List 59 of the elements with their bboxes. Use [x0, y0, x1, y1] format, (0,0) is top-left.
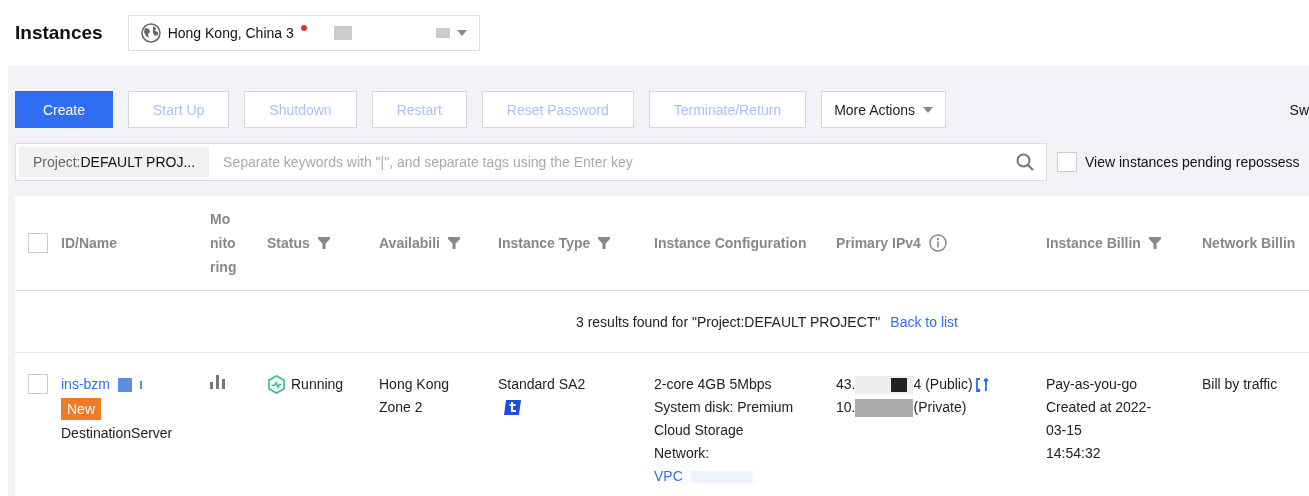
- new-badge: New: [61, 398, 101, 420]
- column-header: Status: [267, 235, 310, 251]
- instance-id-link[interactable]: ins-bzm: [61, 373, 110, 396]
- caret-icon: [923, 106, 934, 113]
- info-icon[interactable]: [928, 234, 947, 252]
- swap-icon[interactable]: [975, 377, 990, 392]
- row-checkbox[interactable]: [28, 374, 48, 394]
- billing-text: Created at 2022-: [1046, 398, 1152, 417]
- select-all-checkbox[interactable]: [28, 233, 48, 253]
- toolbar-button[interactable]: Create: [15, 91, 114, 128]
- column-header: Primary IPv4: [836, 235, 921, 251]
- pending-checkbox[interactable]: [1057, 152, 1077, 172]
- status-text: Running: [291, 375, 344, 394]
- column-header: Availabili: [379, 235, 440, 251]
- globe-icon: [140, 23, 161, 43]
- filter-icon[interactable]: [598, 237, 611, 249]
- more-actions-button[interactable]: More Actions: [821, 91, 947, 128]
- zone-text: Hong Kong Zone 2: [379, 375, 451, 417]
- config-text: 2-core 4GB 5Mbps: [654, 375, 772, 394]
- instance-type-text: Standard SA2: [498, 375, 586, 394]
- bar-chart-icon[interactable]: [210, 375, 226, 389]
- ip-label: 4 (Public): [913, 375, 973, 394]
- results-notice: 3 results found for "Project:DEFAULT PROJECT": [576, 313, 881, 330]
- region-name: Hong Kong, China 3: [167, 25, 294, 41]
- filter-icon[interactable]: [317, 237, 330, 249]
- redaction-block: [435, 28, 450, 38]
- network-billing-text: Bill by traffic: [1202, 375, 1278, 394]
- caret-icon: [456, 30, 467, 36]
- redaction-block: [855, 398, 914, 417]
- running-status-icon: [267, 375, 286, 394]
- redaction-block: [118, 377, 132, 392]
- config-text: Network:: [654, 444, 710, 463]
- page-title: Instances: [15, 22, 103, 44]
- column-header: Mo nito ring: [210, 210, 237, 277]
- vpc-link[interactable]: VPC: [654, 465, 683, 488]
- column-header: Network Billin: [1202, 235, 1296, 251]
- column-header: Instance Billin: [1046, 235, 1141, 251]
- filter-icon[interactable]: [1148, 237, 1161, 249]
- column-header: Instance Configuration: [654, 235, 807, 251]
- instance-name: DestinationServer: [61, 424, 173, 443]
- search-icon[interactable]: [1016, 153, 1034, 171]
- billing-text: Pay-as-you-go: [1046, 375, 1138, 394]
- filter-icon[interactable]: [447, 237, 460, 249]
- config-text: System disk: Premium Cloud Storage: [654, 398, 795, 440]
- ip-prefix: 10.: [836, 398, 856, 417]
- toolbar-label: Sw: [1289, 101, 1309, 118]
- region-selector[interactable]: Hong Kong, China 3: [127, 15, 480, 51]
- filter-tag[interactable]: Project:DEFAULT PROJ...: [19, 147, 210, 177]
- ip-label: (Private): [913, 398, 967, 417]
- checkbox-label: View instances pending repossess: [1085, 154, 1300, 170]
- t-letter-icon: [504, 399, 521, 416]
- redaction-block: [333, 26, 352, 40]
- billing-text: 14:54:32: [1046, 444, 1101, 463]
- column-header: ID/Name: [61, 235, 118, 251]
- search-field[interactable]: Project:DEFAULT PROJ... Separate keywords with "|", and separate tags using the Enter key: [15, 143, 1047, 181]
- ip-prefix: 43.: [836, 375, 856, 394]
- back-to-list-link[interactable]: Back to list: [890, 313, 958, 330]
- billing-text: 03-15: [1046, 421, 1082, 440]
- column-header: Instance Type: [498, 235, 591, 251]
